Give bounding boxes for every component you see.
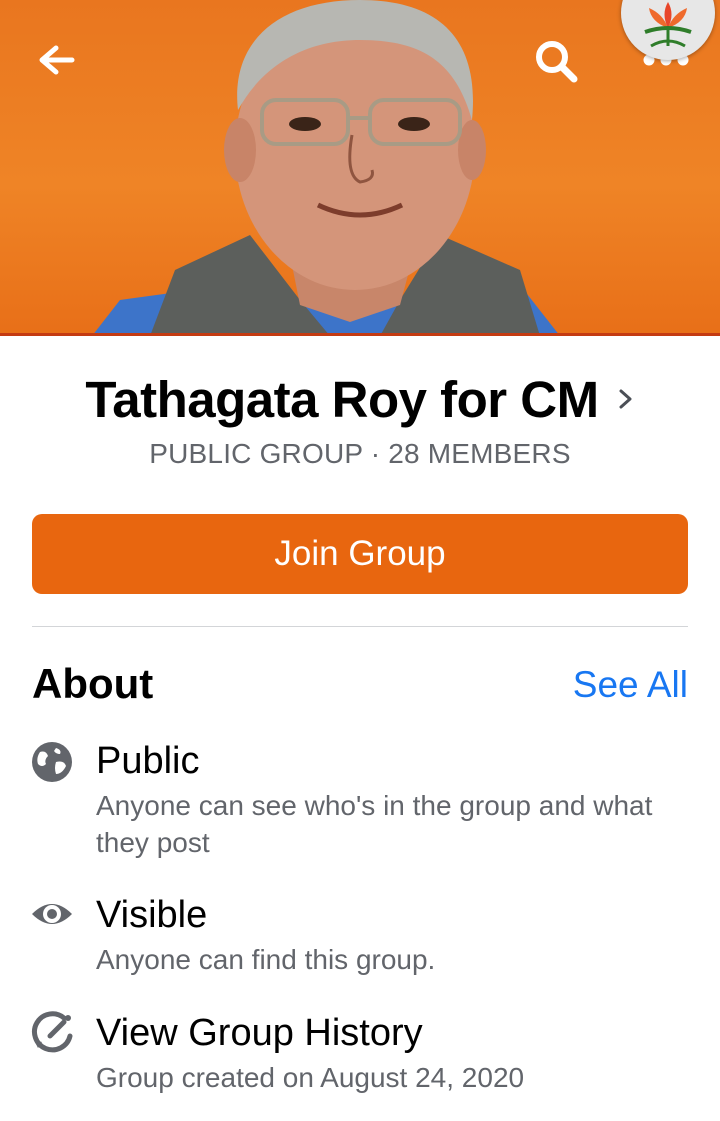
history-title[interactable]: View Group History xyxy=(96,1012,423,1055)
public-title: Public xyxy=(96,740,200,782)
back-button[interactable] xyxy=(30,38,82,82)
cover-bottom-border xyxy=(0,333,720,336)
search-button[interactable] xyxy=(528,36,584,86)
group-title: Tathagata Roy for CM xyxy=(85,370,599,428)
visible-description: Anyone can find this group. xyxy=(96,944,436,975)
public-description: Anyone can see who's in the group and wh… xyxy=(96,790,653,858)
arrow-left-icon xyxy=(39,45,75,75)
portrait-photo xyxy=(92,0,560,336)
visible-title: Visible xyxy=(96,894,208,936)
history-icon xyxy=(32,1011,73,1053)
globe-icon xyxy=(32,742,72,782)
join-group-button[interactable]: Join Group xyxy=(32,514,688,594)
history-description: Group created on August 24, 2020 xyxy=(96,1062,525,1093)
see-all-link[interactable]: See All xyxy=(573,664,688,706)
chevron-right-icon xyxy=(619,389,632,409)
divider xyxy=(32,626,688,627)
cover-photo[interactable] xyxy=(0,0,720,336)
search-icon xyxy=(536,41,578,83)
about-heading: About xyxy=(32,660,154,707)
group-subtitle: PUBLIC GROUP · 28 MEMBERS xyxy=(149,438,571,469)
group-title-row[interactable]: Tathagata Roy for CM xyxy=(0,366,720,432)
eye-icon xyxy=(32,904,72,924)
